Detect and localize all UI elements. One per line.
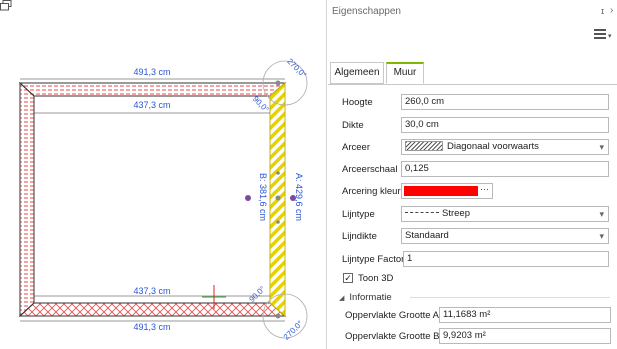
dim-top-inner: 437,3 cm [133, 100, 170, 110]
color-swatch [404, 186, 478, 196]
floorplan-drawing[interactable]: 491,3 cm 437,3 cm 437,3 cm 491,3 cm A: 4… [0, 0, 327, 349]
close-icon[interactable]: › [610, 5, 613, 16]
hoogte-label: Hoogte [342, 97, 373, 108]
wall-bottom[interactable] [18, 302, 287, 317]
lijntype-value: Streep [442, 208, 470, 219]
section-divider [410, 297, 610, 298]
pin-icon[interactable]: ɪ [601, 6, 604, 16]
info-row-b: Oppervlakte Grootte B 9,9203 m² [339, 328, 611, 346]
panel-title: Eigenschappen [332, 6, 401, 17]
angle-top-right-outer: 270,0° [285, 57, 308, 80]
color-more-button[interactable]: ··· [480, 184, 489, 194]
dim-bottom-inner: 437,3 cm [133, 286, 170, 296]
lijntype-dropdown[interactable]: Streep [401, 206, 609, 222]
toon3d-checkbox[interactable]: ✓ [343, 273, 353, 283]
oppervlakte-b-value[interactable]: 9,9203 m² [439, 328, 611, 344]
oppervlakte-b-label: Oppervlakte Grootte B [345, 331, 440, 342]
informatie-label: Informatie [349, 292, 392, 303]
lijntype-label: Lijntype [342, 209, 375, 220]
angle-top-right-inner: 90,0° [251, 94, 271, 114]
oppervlakte-a-label: Oppervlakte Grootte A [345, 310, 439, 321]
dim-right-wall-a: A: 429,6 cm [294, 173, 304, 221]
dikte-label: Dikte [342, 120, 364, 131]
informatie-header[interactable]: ◢ Informatie [339, 292, 392, 303]
dikte-field[interactable]: 30,0 cm [401, 117, 609, 133]
arcering-kleur-picker[interactable]: ··· [401, 183, 493, 199]
dim-top-outer: 491,3 cm [133, 67, 170, 77]
arceerschaal-field[interactable]: 0,125 [401, 161, 609, 177]
dashed-line-icon [405, 212, 439, 213]
properties-panel: Eigenschappen ɪ › ▾ Algemeen Muur Hoogte… [328, 0, 617, 349]
tab-muur[interactable]: Muur [386, 62, 424, 84]
wall-midpoint-handle [275, 195, 281, 201]
hamburger-menu-icon[interactable]: ▾ [594, 27, 614, 41]
angle-bottom-right-outer: 270,0° [282, 319, 305, 342]
wall-handle-left [245, 195, 251, 201]
arcering-kleur-label: Arcering kleur [342, 186, 401, 197]
wall-top[interactable] [18, 82, 287, 97]
drawing-canvas[interactable]: 491,3 cm 437,3 cm 437,3 cm 491,3 cm A: 4… [0, 0, 327, 349]
tab-algemeen[interactable]: Algemeen [330, 62, 384, 84]
hatch-pattern-icon [405, 141, 443, 151]
arceer-dropdown[interactable]: Diagonaal voorwaarts [401, 139, 609, 155]
collapse-toggle-icon[interactable]: ◢ [339, 295, 344, 302]
arceer-value: Diagonaal voorwaarts [447, 141, 539, 152]
wall-left[interactable] [19, 81, 35, 318]
restore-window-icon[interactable] [0, 0, 12, 11]
toon3d-label: Toon 3D [358, 273, 394, 284]
dim-bottom-outer: 491,3 cm [133, 322, 170, 332]
lijndikte-dropdown[interactable]: Standaard [401, 228, 609, 244]
arceer-label: Arceer [342, 142, 370, 153]
lijntype-factor-label: Lijntype Factor [342, 254, 405, 265]
dim-right-wall-b: B: 381,6 cm [258, 173, 268, 221]
oppervlakte-a-value[interactable]: 11,1683 m² [439, 307, 611, 323]
info-row-a: Oppervlakte Grootte A 11,1683 m² [339, 307, 611, 325]
angle-bottom-right-inner: 90,0° [247, 284, 267, 304]
lijntype-factor-field[interactable]: 1 [403, 251, 609, 267]
arceerschaal-label: Arceerschaal [342, 164, 398, 175]
lijndikte-label: Lijndikte [342, 231, 377, 242]
hoogte-field[interactable]: 260,0 cm [401, 94, 609, 110]
tab-divider [328, 84, 617, 85]
